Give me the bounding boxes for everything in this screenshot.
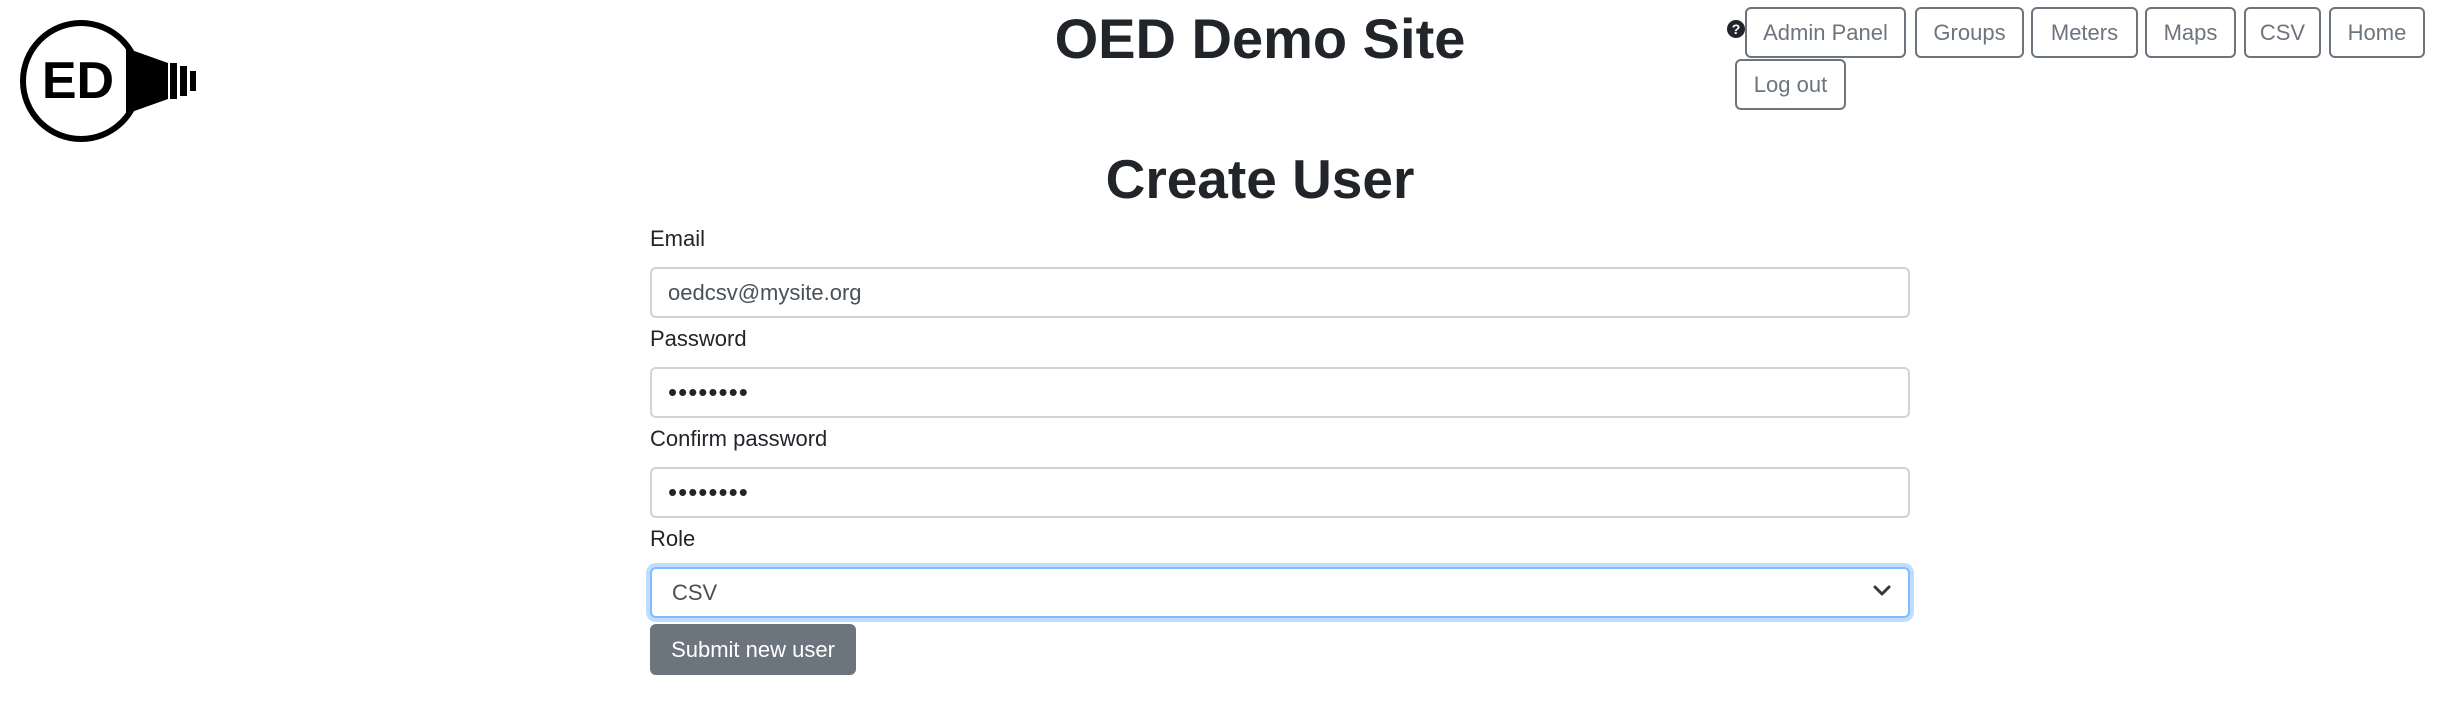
home-button[interactable]: Home (2329, 7, 2425, 58)
password-field[interactable]: •••••••• (650, 367, 1910, 418)
email-label: Email (650, 226, 706, 251)
password-label: Password (650, 326, 747, 351)
role-label: Role (650, 526, 696, 551)
maps-button[interactable]: Maps (2145, 7, 2236, 58)
role-select[interactable]: CSV (650, 567, 1910, 618)
confirm-password-field[interactable]: •••••••• (650, 467, 1910, 518)
role-selected-value: CSV (672, 580, 718, 605)
confirm-password-label: Confirm password (650, 426, 828, 451)
submit-new-user-button[interactable]: Submit new user (650, 624, 856, 675)
groups-button[interactable]: Groups (1915, 7, 2024, 58)
page-heading: Create User (1105, 148, 1415, 210)
csv-button[interactable]: CSV (2244, 7, 2321, 58)
chevron-down-icon (1873, 585, 1891, 596)
question-circle-icon[interactable]: ? (1727, 20, 1745, 38)
admin-panel-button[interactable]: Admin Panel (1745, 7, 1906, 58)
logo-bulb-ring-3 (190, 71, 196, 91)
email-field[interactable]: oedcsv@mysite.org (650, 267, 1910, 318)
log-out-button[interactable]: Log out (1735, 59, 1846, 110)
meters-button[interactable]: Meters (2031, 7, 2138, 58)
